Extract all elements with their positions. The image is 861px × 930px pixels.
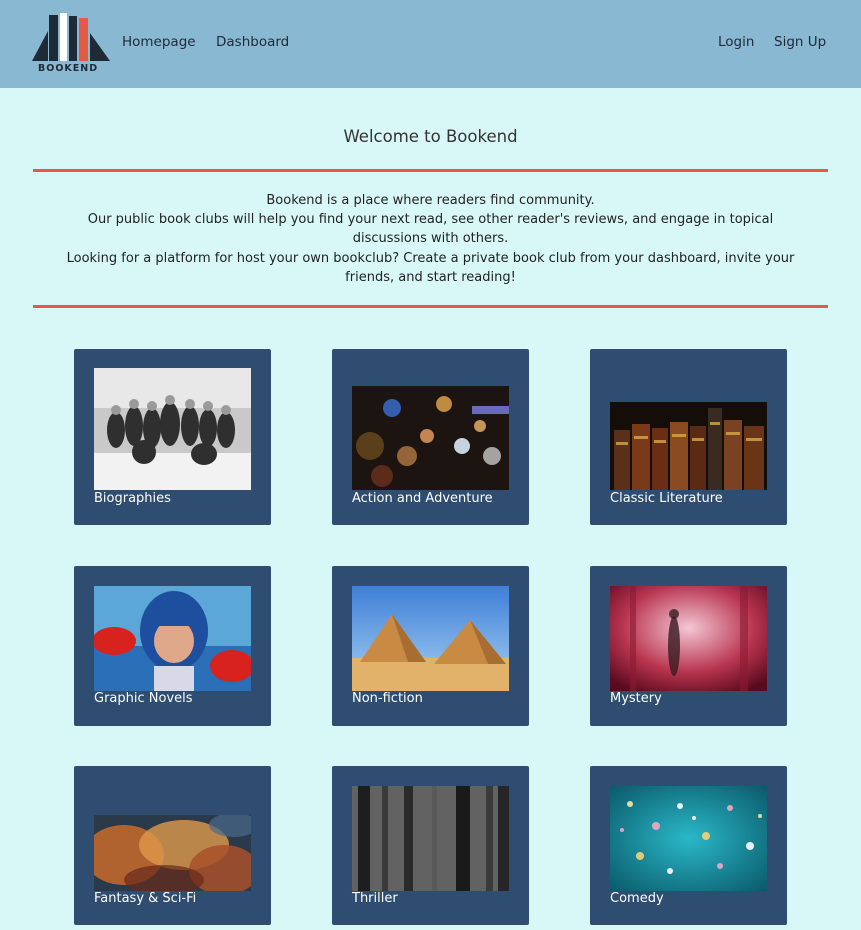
genre-card-non-fiction[interactable]: Non-fiction — [332, 566, 529, 726]
genre-card-classic-literature[interactable]: Classic Literature — [590, 349, 787, 525]
genre-image — [94, 368, 251, 490]
intro-line-2: Our public book clubs will help you find… — [87, 212, 774, 247]
nav-dashboard-link[interactable]: Dashboard — [216, 34, 289, 50]
genre-image — [610, 402, 767, 490]
nav-homepage-link[interactable]: Homepage — [122, 34, 196, 50]
nav-login-link[interactable]: Login — [718, 34, 754, 50]
genre-label: Classic Literature — [610, 491, 723, 506]
genre-label: Thriller — [352, 891, 398, 906]
genre-image — [352, 386, 509, 490]
genre-card-thriller[interactable]: Thriller — [332, 766, 529, 925]
top-divider — [33, 169, 828, 172]
genre-label: Biographies — [94, 491, 171, 506]
genre-image — [610, 786, 767, 891]
genre-card-action-adventure[interactable]: Action and Adventure — [332, 349, 529, 525]
page-title: Welcome to Bookend — [343, 127, 518, 146]
genre-card-mystery[interactable]: Mystery — [590, 566, 787, 726]
genre-card-biographies[interactable]: Biographies — [74, 349, 271, 525]
genre-label: Fantasy & Sci-Fi — [94, 891, 197, 906]
genre-image — [94, 815, 251, 891]
intro-line-1: Bookend is a place where readers find co… — [266, 193, 595, 208]
genre-label: Comedy — [610, 891, 664, 906]
genre-image — [352, 586, 509, 691]
genre-label: Mystery — [610, 691, 662, 706]
logo-wordmark: BOOKEND — [38, 63, 99, 74]
genre-image — [94, 586, 251, 691]
bottom-divider — [33, 305, 828, 308]
genre-label: Non-fiction — [352, 691, 423, 706]
genre-image — [610, 586, 767, 691]
nav-signup-link[interactable]: Sign Up — [774, 34, 826, 50]
genre-card-graphic-novels[interactable]: Graphic Novels — [74, 566, 271, 726]
navbar: BOOKEND Homepage Dashboard Login Sign Up — [0, 0, 861, 88]
genre-image — [352, 786, 509, 891]
intro-line-3: Looking for a platform for host your own… — [66, 250, 795, 285]
genre-card-fantasy-scifi[interactable]: Fantasy & Sci-Fi — [74, 766, 271, 925]
genre-label: Action and Adventure — [352, 491, 493, 506]
intro-text: Bookend is a place where readers find co… — [50, 191, 811, 287]
genre-card-comedy[interactable]: Comedy — [590, 766, 787, 925]
genre-label: Graphic Novels — [94, 691, 193, 706]
